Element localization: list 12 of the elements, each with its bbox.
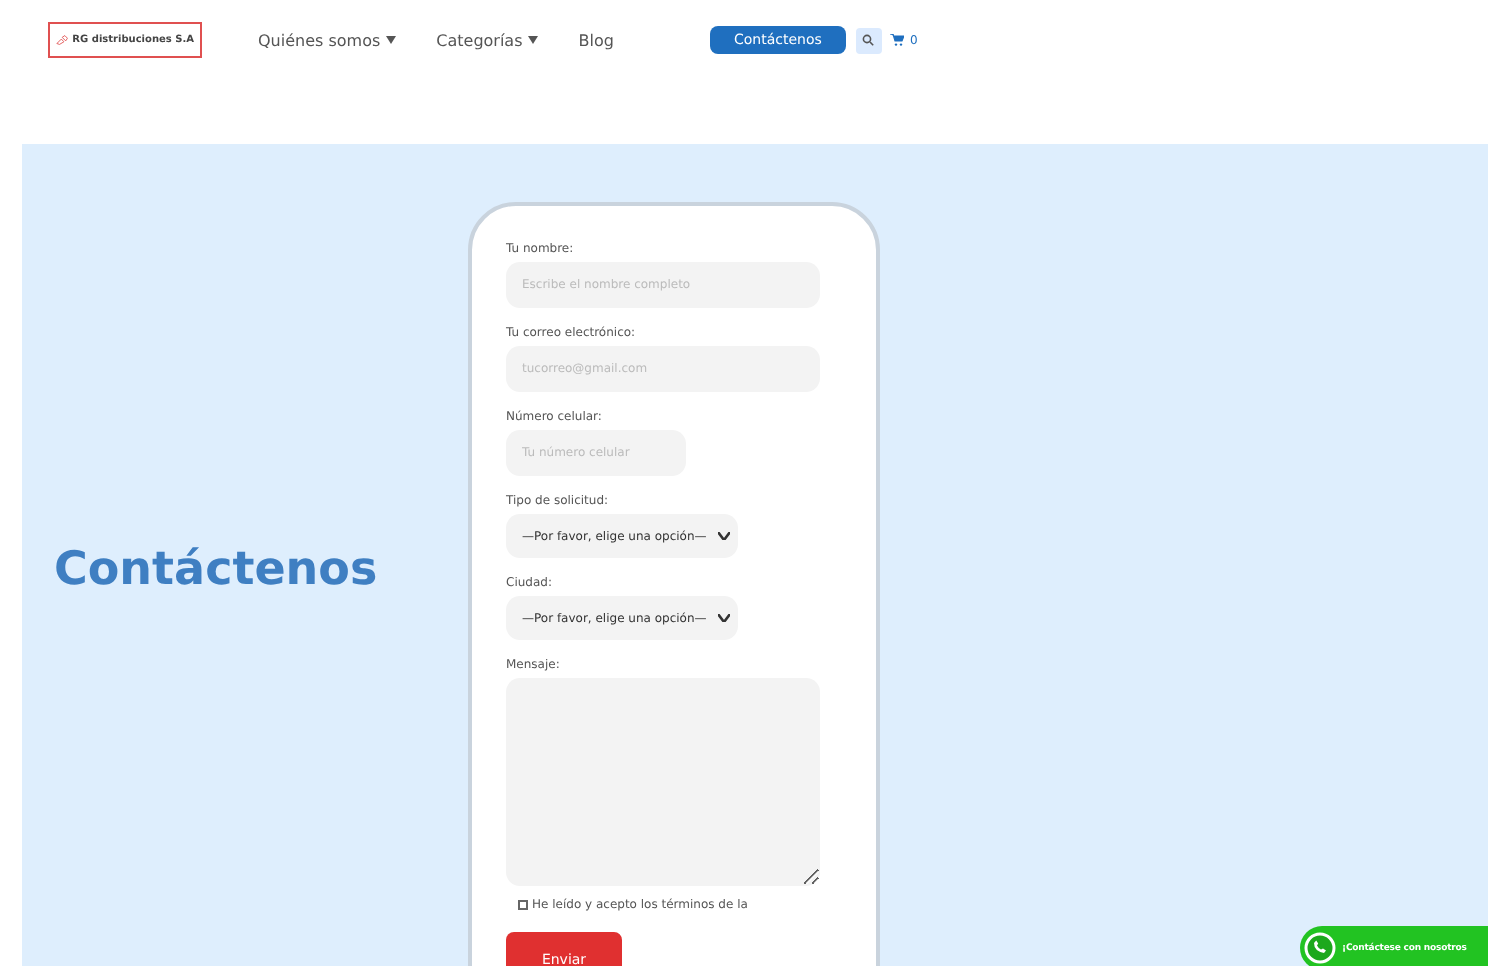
caret-icon [386, 36, 397, 44]
search-button[interactable] [855, 27, 882, 53]
cart-icon[interactable] [889, 34, 904, 46]
search-icon [862, 34, 875, 46]
nav-link[interactable]: Quiénes somos [258, 31, 397, 49]
chevron-icon [718, 614, 730, 622]
hero-title: Contáctenos [54, 544, 378, 596]
chevron-icon [718, 532, 730, 540]
nav-link[interactable]: Blog [578, 31, 614, 49]
message-field[interactable] [506, 678, 820, 886]
nav-link[interactable]: Categorías [436, 31, 539, 49]
caret-icon [528, 36, 539, 44]
